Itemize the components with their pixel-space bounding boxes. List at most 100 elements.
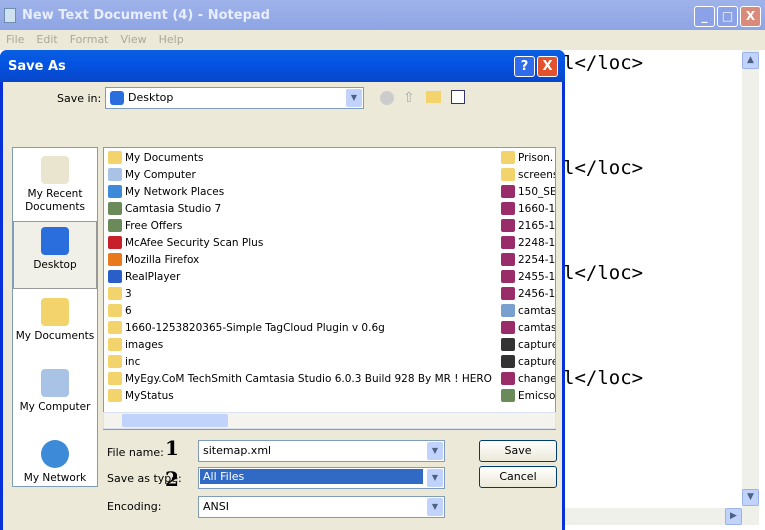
vertical-scrollbar[interactable]: ▲ ▼ — [742, 50, 759, 508]
scroll-up-icon[interactable]: ▲ — [742, 52, 759, 69]
file-item[interactable]: McAfee Security Scan Plus — [107, 235, 263, 252]
views-menu-icon[interactable] — [451, 90, 465, 104]
help-button[interactable]: ? — [514, 56, 535, 77]
file-name: 1660-1 — [518, 203, 556, 215]
file-item[interactable]: MyEgy.CoM TechSmith Camtasia Studio 6.0.… — [107, 371, 492, 388]
text-line: l</loc> — [563, 52, 644, 74]
file-item[interactable]: screens — [500, 167, 555, 184]
file-name-value: sitemap.xml — [203, 444, 272, 457]
file-name: My Documents — [125, 152, 204, 164]
chevron-down-icon[interactable]: ▼ — [346, 89, 362, 107]
minimize-button[interactable]: _ — [694, 6, 715, 27]
folder-icon — [108, 355, 122, 368]
file-item[interactable]: change — [500, 371, 555, 388]
scroll-right-icon[interactable]: ▶ — [725, 508, 742, 525]
file-item[interactable]: 2455-1 — [500, 269, 555, 286]
file-item[interactable]: MyStatus — [107, 388, 174, 405]
close-button[interactable]: X — [740, 6, 761, 27]
place-my-computer[interactable]: My Computer — [13, 369, 97, 414]
file-list-scrollbar[interactable] — [103, 412, 556, 429]
file-item[interactable]: Camtasia Studio 7 — [107, 201, 221, 218]
file-item[interactable]: Emicsol — [500, 388, 556, 405]
file-item[interactable]: 2248-1 — [500, 235, 555, 252]
file-item[interactable]: 1660-1 — [500, 201, 555, 218]
file-item[interactable]: 2456-1 — [500, 286, 555, 303]
file-name: My Network Places — [125, 186, 225, 198]
notepad-title: New Text Document (4) - Notepad — [22, 8, 270, 23]
place-my-network[interactable]: My Network — [13, 440, 97, 485]
menu-file[interactable]: File — [6, 33, 24, 46]
file-name: Free Offers — [125, 220, 183, 232]
archive-icon — [501, 219, 515, 232]
file-name: 2165-1 — [518, 220, 556, 232]
menu-format[interactable]: Format — [70, 33, 109, 46]
file-name: McAfee Security Scan Plus — [125, 237, 264, 249]
file-item[interactable]: images — [107, 337, 163, 354]
file-item[interactable]: My Computer — [107, 167, 196, 184]
file-item[interactable]: 6 — [107, 303, 132, 320]
place-my-documents[interactable]: My Documents — [13, 298, 97, 343]
chevron-down-icon[interactable]: ▼ — [427, 442, 443, 460]
file-name: 2455-1 — [518, 271, 556, 283]
video-icon — [501, 355, 515, 368]
desktop-icon — [110, 91, 124, 105]
scroll-down-icon[interactable]: ▼ — [742, 489, 759, 506]
file-name-label: File name: — [107, 446, 164, 459]
archive-icon — [501, 372, 515, 385]
chevron-down-icon[interactable]: ▼ — [427, 498, 443, 516]
place-recent-documents[interactable]: My Recent Documents — [13, 156, 97, 214]
menu-view[interactable]: View — [121, 33, 147, 46]
save-as-dialog: Save As ? X Save in: Desktop ▼ ⇧ My Recen… — [0, 50, 565, 530]
encoding-label: Encoding: — [107, 500, 162, 513]
archive-icon — [501, 202, 515, 215]
save-in-value: Desktop — [128, 91, 174, 104]
back-icon[interactable] — [380, 91, 394, 105]
firefox-icon — [108, 253, 122, 266]
file-item[interactable]: capture — [500, 337, 555, 354]
file-item[interactable]: camtas — [500, 303, 555, 320]
file-item[interactable]: Mozilla Firefox — [107, 252, 199, 269]
computer-icon — [108, 168, 122, 181]
file-item[interactable]: 1660-1253820365-Simple TagCloud Plugin v… — [107, 320, 385, 337]
text-line: l</loc> — [563, 367, 644, 389]
file-item[interactable]: Free Offers — [107, 218, 182, 235]
file-item[interactable]: 3 — [107, 286, 132, 303]
up-folder-icon[interactable]: ⇧ — [403, 90, 415, 106]
menu-edit[interactable]: Edit — [36, 33, 57, 46]
file-name: 2248-1 — [518, 237, 556, 249]
file-item[interactable]: 150_SE — [500, 184, 555, 201]
file-list[interactable]: My Documents My Computer My Network Places… — [103, 147, 556, 430]
save-in-dropdown[interactable]: Desktop ▼ — [105, 87, 364, 109]
save-in-label: Save in: — [57, 92, 102, 105]
file-name-input[interactable]: sitemap.xml ▼ — [198, 440, 445, 462]
file-name: Emicsol — [518, 390, 556, 402]
folder-icon — [108, 372, 122, 385]
cancel-button[interactable]: Cancel — [479, 466, 557, 488]
save-button[interactable]: Save — [479, 440, 557, 462]
save-as-type-dropdown[interactable]: All Files ▼ — [198, 467, 445, 489]
notepad-title-bar[interactable]: New Text Document (4) - Notepad — [0, 0, 765, 30]
menu-help[interactable]: Help — [159, 33, 184, 46]
folder-icon — [108, 338, 122, 351]
file-item[interactable]: inc — [107, 354, 140, 371]
annotation-1: 1 — [165, 436, 179, 460]
file-name: 6 — [125, 305, 132, 317]
maximize-button[interactable]: □ — [717, 6, 738, 27]
place-desktop[interactable]: Desktop — [13, 221, 97, 289]
file-item[interactable]: capture — [500, 354, 555, 371]
file-item[interactable]: camtas — [500, 320, 555, 337]
dialog-close-button[interactable]: X — [537, 56, 558, 77]
chevron-down-icon[interactable]: ▼ — [427, 469, 443, 487]
new-folder-icon[interactable] — [426, 91, 441, 103]
file-item[interactable]: My Documents — [107, 150, 203, 167]
file-item[interactable]: RealPlayer — [107, 269, 180, 286]
file-item[interactable]: 2254-1 — [500, 252, 555, 269]
file-name: My Computer — [125, 169, 196, 181]
file-item[interactable]: 2165-1 — [500, 218, 555, 235]
text-line: l</loc> — [563, 262, 644, 284]
encoding-dropdown[interactable]: ANSI ▼ — [198, 496, 445, 518]
file-item[interactable]: My Network Places — [107, 184, 224, 201]
file-item[interactable]: Prison. — [500, 150, 553, 167]
file-name: RealPlayer — [125, 271, 181, 283]
folder-icon — [108, 321, 122, 334]
